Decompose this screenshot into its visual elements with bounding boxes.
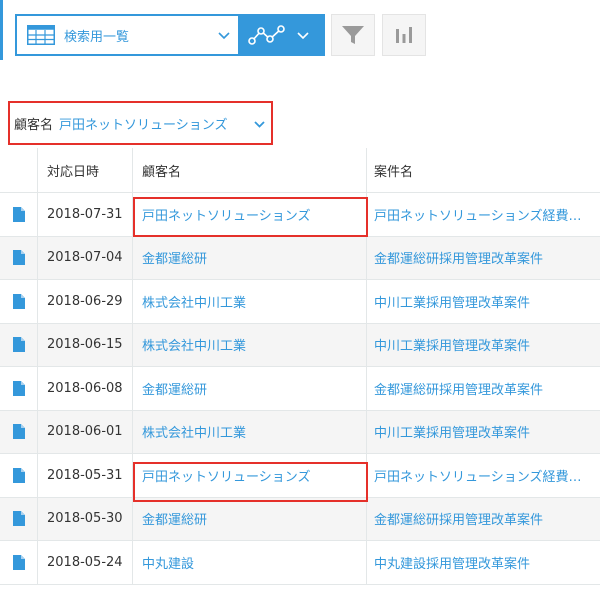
row-date: 2018-06-08 — [38, 367, 133, 410]
view-selector-box[interactable]: 検索用一覧 — [17, 16, 238, 54]
table-row[interactable]: 2018-06-08 金都運総研 金都運総研採用管理改革案件 — [0, 367, 600, 411]
row-project-link[interactable]: 中川工業採用管理改革案件 — [374, 422, 589, 441]
table-row[interactable]: 2018-07-31戸田ネットソリューションズ戸田ネットソリューションズ経費精算… — [0, 193, 600, 237]
view-selector[interactable]: 検索用一覧 — [15, 14, 240, 56]
row-customer-link[interactable]: 中丸建設 — [133, 541, 367, 584]
row-project-link[interactable]: 戸田ネットソリューションズ経費精算システム導入案件 — [374, 466, 589, 485]
row-project-link[interactable]: 戸田ネットソリューションズ経費精算システム導入案件 — [374, 205, 589, 224]
list-view-icon — [27, 25, 55, 45]
document-icon — [12, 337, 25, 353]
document-icon — [12, 467, 25, 483]
document-icon — [12, 511, 25, 527]
row-project-link[interactable]: 金都運総研採用管理改革案件 — [374, 509, 589, 528]
row-date: 2018-05-24 — [38, 541, 133, 584]
chart-button[interactable] — [382, 14, 426, 56]
chevron-down-icon — [297, 32, 309, 40]
record-detail-link[interactable] — [0, 193, 38, 236]
chevron-down-icon — [254, 121, 265, 128]
row-date: 2018-07-04 — [38, 236, 133, 279]
record-detail-link[interactable] — [0, 367, 38, 410]
row-date: 2018-07-31 — [38, 193, 133, 236]
row-project-cell: 戸田ネットソリューションズ経費精算システム導入案件 — [367, 193, 600, 236]
record-detail-link[interactable] — [0, 454, 38, 497]
row-customer-link[interactable]: 株式会社中川工業 — [133, 410, 367, 453]
row-project-link[interactable]: 金都運総研採用管理改革案件 — [374, 248, 589, 267]
header-project[interactable]: 案件名 — [367, 148, 600, 192]
row-project-cell: 中丸建設採用管理改革案件 — [367, 541, 600, 584]
row-date: 2018-05-31 — [38, 454, 133, 497]
document-icon — [12, 206, 25, 222]
funnel-icon — [342, 26, 364, 44]
row-customer-link[interactable]: 戸田ネットソリューションズ — [133, 193, 367, 236]
table-row[interactable]: 2018-07-04 金都運総研 金都運総研採用管理改革案件 — [0, 236, 600, 280]
row-date: 2018-06-29 — [38, 280, 133, 323]
row-project-link[interactable]: 中川工業採用管理改革案件 — [374, 292, 589, 311]
customer-filter-label: 顧客名 — [14, 117, 54, 133]
document-icon — [12, 250, 25, 266]
line-graph-icon — [248, 25, 285, 45]
filter-button[interactable] — [331, 14, 375, 56]
row-project-cell: 中川工業採用管理改革案件 — [367, 324, 600, 367]
row-date: 2018-05-30 — [38, 497, 133, 540]
table-row[interactable]: 2018-06-29 株式会社中川工業 中川工業採用管理改革案件 — [0, 280, 600, 324]
customer-filter[interactable]: 顧客名 戸田ネットソリューションズ — [8, 101, 273, 145]
record-detail-link[interactable] — [0, 541, 38, 584]
records-table: 対応日時 顧客名 案件名 2018-07-31 戸田ネットソリューションズ 戸田ネッ… — [0, 148, 600, 585]
table-row[interactable]: 2018-05-24 中丸建設 中丸建設採用管理改革案件 — [0, 541, 600, 585]
record-detail-link[interactable] — [0, 323, 38, 366]
record-detail-link[interactable] — [0, 497, 38, 540]
header-customer[interactable]: 顧客名 — [133, 148, 367, 192]
record-detail-link[interactable] — [0, 236, 38, 279]
row-customer-link[interactable]: 金都運総研 — [133, 497, 367, 540]
document-icon — [12, 424, 25, 440]
document-icon — [12, 293, 25, 309]
row-customer-link[interactable]: 戸田ネットソリューションズ — [133, 454, 367, 497]
row-customer-link[interactable]: 金都運総研 — [133, 236, 367, 279]
table-row[interactable]: 2018-06-15 株式会社中川工業 中川工業採用管理改革案件 — [0, 323, 600, 367]
row-customer-link[interactable]: 株式会社中川工業 — [133, 280, 367, 323]
header-date[interactable]: 対応日時 — [38, 148, 133, 192]
row-date: 2018-06-01 — [38, 410, 133, 453]
table-row[interactable]: 2018-06-01 株式会社中川工業 中川工業採用管理改革案件 — [0, 410, 600, 454]
table-body: 2018-07-31戸田ネットソリューションズ戸田ネットソリューションズ経費精算… — [0, 193, 600, 585]
document-icon — [12, 554, 25, 570]
row-project-cell: 中川工業採用管理改革案件 — [367, 411, 600, 454]
row-date: 2018-06-15 — [38, 323, 133, 366]
record-detail-link[interactable] — [0, 410, 38, 453]
row-project-link[interactable]: 中川工業採用管理改革案件 — [374, 335, 589, 354]
row-project-cell: 戸田ネットソリューションズ経費精算システム導入案件 — [367, 454, 600, 497]
row-project-cell: 金都運総研採用管理改革案件 — [367, 367, 600, 410]
row-project-cell: 中川工業採用管理改革案件 — [367, 280, 600, 323]
left-accent-bar — [0, 0, 3, 60]
graph-menu-button[interactable] — [240, 14, 325, 56]
chevron-down-icon — [218, 32, 230, 40]
row-customer-link[interactable]: 金都運総研 — [133, 367, 367, 410]
row-project-link[interactable]: 金都運総研採用管理改革案件 — [374, 379, 589, 398]
row-project-link[interactable]: 中丸建設採用管理改革案件 — [374, 553, 589, 572]
bar-chart-icon — [396, 27, 412, 43]
row-project-cell: 金都運総研採用管理改革案件 — [367, 498, 600, 541]
row-project-cell: 金都運総研採用管理改革案件 — [367, 237, 600, 280]
table-row[interactable]: 2018-05-30 金都運総研 金都運総研採用管理改革案件 — [0, 497, 600, 541]
document-icon — [12, 380, 25, 396]
table-header-row: 対応日時 顧客名 案件名 — [0, 148, 600, 193]
view-selector-label: 検索用一覧 — [64, 29, 130, 45]
customer-filter-select[interactable]: 戸田ネットソリューションズ — [59, 114, 227, 133]
table-row[interactable]: 2018-05-31戸田ネットソリューションズ戸田ネットソリューションズ経費精算… — [0, 454, 600, 498]
header-icon-column — [0, 148, 38, 192]
record-detail-link[interactable] — [0, 280, 38, 323]
row-customer-link[interactable]: 株式会社中川工業 — [133, 323, 367, 366]
